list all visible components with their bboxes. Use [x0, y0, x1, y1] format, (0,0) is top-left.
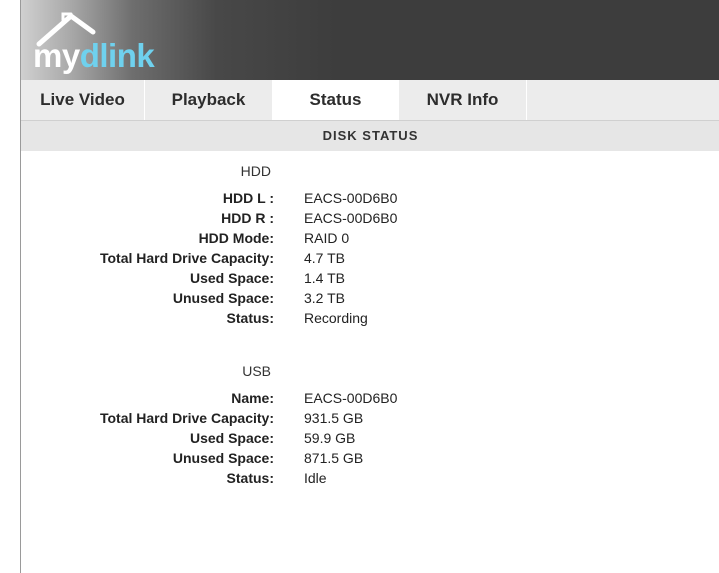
usb-row-used: Used Space: 59.9 GB: [21, 430, 719, 450]
tab-bar: Live Video Playback Status NVR Info: [21, 80, 719, 121]
hdd-unused-label: Unused Space:: [172, 290, 274, 306]
hdd-mode-value: RAID 0: [304, 230, 350, 246]
hdd-group-title: HDD: [240, 163, 271, 179]
usb-name-label: Name:: [231, 390, 274, 406]
hdd-row-status: Status: Recording: [21, 310, 719, 330]
tab-nvr-info[interactable]: NVR Info: [399, 80, 527, 120]
usb-row-status: Status: Idle: [21, 470, 719, 490]
hdd-total-value: 4.7 TB: [304, 250, 345, 266]
nvr-page: mydlink Live Video Playback Status NVR I…: [20, 0, 719, 573]
usb-group-title: USB: [242, 363, 271, 379]
hdd-used-label: Used Space:: [189, 270, 274, 286]
hdd-status-value: Recording: [304, 310, 368, 326]
usb-used-label: Used Space:: [189, 430, 274, 446]
logo-wordmark: mydlink: [33, 37, 155, 74]
usb-status-value: Idle: [304, 470, 327, 486]
usb-used-value: 59.9 GB: [304, 430, 356, 446]
tab-live-video[interactable]: Live Video: [21, 80, 145, 120]
usb-unused-value: 871.5 GB: [304, 450, 364, 466]
hdd-row-unused: Unused Space: 3.2 TB: [21, 290, 719, 310]
hdd-r-value: EACS-00D6B0: [304, 210, 398, 226]
hdd-used-value: 1.4 TB: [304, 270, 345, 286]
hdd-row-right: HDD R : EACS-00D6B0: [21, 210, 719, 230]
hdd-status-label: Status:: [226, 310, 274, 326]
hdd-mode-label: HDD Mode:: [198, 230, 274, 246]
tab-playback[interactable]: Playback: [145, 80, 273, 120]
hdd-r-label: HDD R :: [221, 210, 274, 226]
hdd-l-value: EACS-00D6B0: [304, 190, 398, 206]
hdd-total-label: Total Hard Drive Capacity:: [99, 250, 274, 266]
usb-row-total: Total Hard Drive Capacity: 931.5 GB: [21, 410, 719, 430]
hdd-row-total: Total Hard Drive Capacity: 4.7 TB: [21, 250, 719, 270]
header-banner: mydlink: [21, 0, 719, 80]
usb-row-name: Name: EACS-00D6B0: [21, 390, 719, 410]
usb-total-value: 931.5 GB: [304, 410, 364, 426]
usb-total-label: Total Hard Drive Capacity:: [99, 410, 274, 426]
usb-unused-label: Unused Space:: [172, 450, 274, 466]
hdd-row-left: HDD L : EACS-00D6B0: [21, 190, 719, 210]
usb-status-label: Status:: [226, 470, 274, 486]
usb-name-value: EACS-00D6B0: [304, 390, 398, 406]
disk-status-section-title: DISK STATUS: [21, 121, 719, 151]
usb-row-unused: Unused Space: 871.5 GB: [21, 450, 719, 470]
hdd-row-mode: HDD Mode: RAID 0: [21, 230, 719, 250]
mydlink-logo: mydlink: [27, 6, 187, 76]
logo-text-my: my: [33, 37, 80, 74]
tab-status[interactable]: Status: [273, 80, 399, 120]
hdd-l-label: HDD L :: [222, 190, 274, 206]
logo-text-dlink: dlink: [79, 37, 155, 74]
hdd-row-used: Used Space: 1.4 TB: [21, 270, 719, 290]
hdd-unused-value: 3.2 TB: [304, 290, 345, 306]
